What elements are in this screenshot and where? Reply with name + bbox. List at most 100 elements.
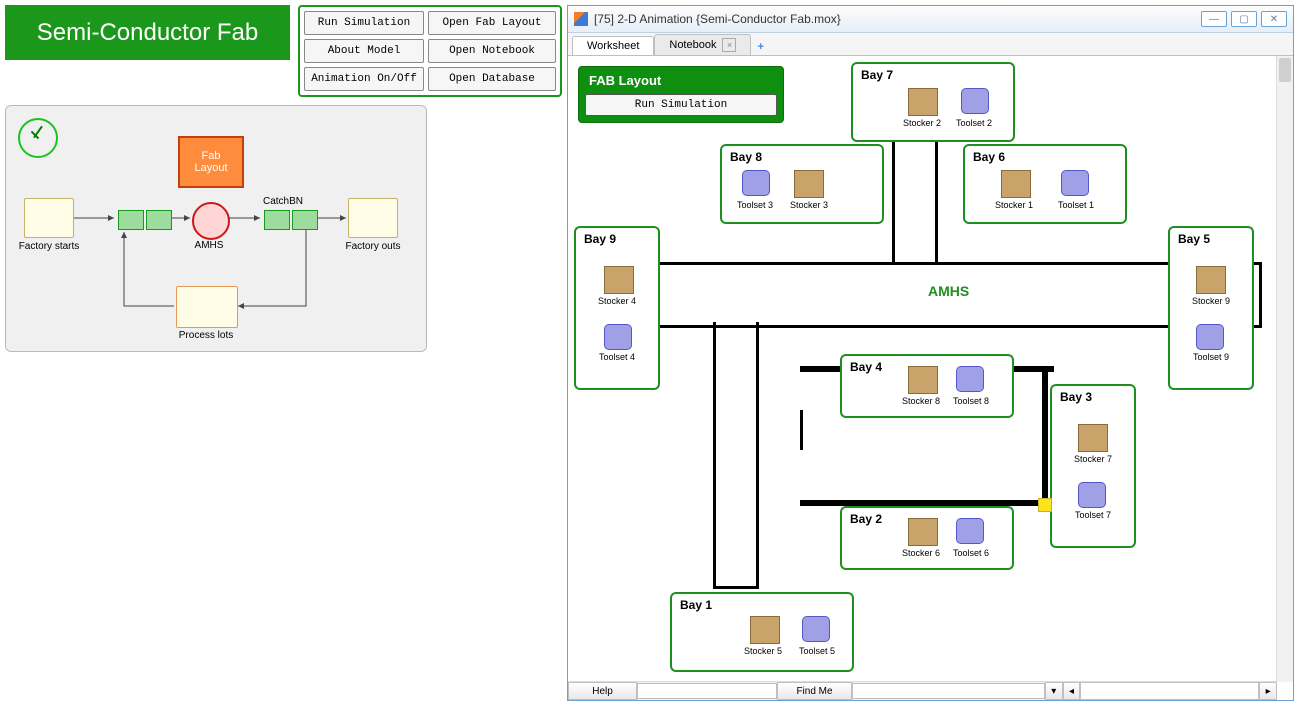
bay-6-title: Bay 6	[973, 150, 1005, 164]
stocker-2[interactable]	[908, 88, 938, 116]
toolset-1[interactable]	[1061, 170, 1089, 196]
stocker-7[interactable]	[1078, 424, 1108, 452]
bay-7[interactable]: Bay 7 Stocker 2 Toolset 2	[851, 62, 1015, 142]
open-notebook-button[interactable]: Open Notebook	[428, 39, 556, 63]
toolset-7-label: Toolset 7	[1066, 510, 1120, 520]
close-icon[interactable]: ×	[722, 38, 736, 52]
bay-8[interactable]: Bay 8 Toolset 3 Stocker 3	[720, 144, 884, 224]
bay-5-title: Bay 5	[1178, 232, 1210, 246]
amhs-rail-b3-vert	[1042, 366, 1048, 508]
factory-starts-block[interactable]	[24, 198, 74, 238]
process-node-2[interactable]	[264, 210, 290, 230]
amhs-label: AMHS	[187, 240, 231, 251]
stocker-8[interactable]	[908, 366, 938, 394]
scroll-thumb[interactable]	[1279, 58, 1291, 82]
stocker-5[interactable]	[750, 616, 780, 644]
stocker-9-label: Stocker 9	[1184, 296, 1238, 306]
tab-notebook[interactable]: Notebook×	[654, 34, 751, 55]
control-button-panel: Run Simulation Open Fab Layout About Mod…	[298, 5, 562, 97]
bay-6[interactable]: Bay 6 Stocker 1 Toolset 1	[963, 144, 1127, 224]
vehicle-marker[interactable]	[1038, 498, 1052, 512]
horizontal-scroll-track[interactable]	[1080, 682, 1259, 700]
animation-titlebar[interactable]: [75] 2-D Animation {Semi-Conductor Fab.m…	[568, 6, 1293, 33]
bay-4[interactable]: Bay 4 Stocker 8 Toolset 8	[840, 354, 1014, 418]
animation-window-title: [75] 2-D Animation {Semi-Conductor Fab.m…	[594, 12, 841, 26]
about-model-button[interactable]: About Model	[304, 39, 424, 63]
run-simulation-button[interactable]: Run Simulation	[304, 11, 424, 35]
add-tab-button[interactable]: +	[751, 39, 769, 55]
factory-outs-label: Factory outs	[340, 241, 406, 252]
footer-bar: Help Find Me ▾ ◂ ▸	[568, 681, 1277, 700]
open-fab-layout-button[interactable]: Open Fab Layout	[428, 11, 556, 35]
stocker-1[interactable]	[1001, 170, 1031, 198]
bay-5[interactable]: Bay 5 Stocker 9 Toolset 9	[1168, 226, 1254, 390]
search-result-field[interactable]	[852, 683, 1045, 699]
bay-3-title: Bay 3	[1060, 390, 1092, 404]
fab-layout-block[interactable]: Fab Layout	[178, 136, 244, 188]
search-input[interactable]	[637, 683, 777, 699]
open-database-button[interactable]: Open Database	[428, 67, 556, 91]
stocker-7-label: Stocker 7	[1066, 454, 1120, 464]
model-canvas[interactable]: Fab Layout Factory starts AMHS CatchBN F…	[5, 105, 427, 352]
stocker-8-label: Stocker 8	[894, 396, 948, 406]
process-lots-block[interactable]	[176, 286, 238, 328]
stocker-4[interactable]	[604, 266, 634, 294]
app-title: Semi-Conductor Fab	[37, 19, 258, 47]
stocker-9[interactable]	[1196, 266, 1226, 294]
fab-layout-panel: FAB Layout Run Simulation	[578, 66, 784, 123]
toolset-1-label: Toolset 1	[1049, 200, 1103, 210]
bay-3[interactable]: Bay 3 Stocker 7 Toolset 7	[1050, 384, 1136, 548]
toolset-5[interactable]	[802, 616, 830, 642]
amhs-rail-vert	[713, 322, 759, 589]
process-node-1b[interactable]	[146, 210, 172, 230]
animation-toggle-button[interactable]: Animation On/Off	[304, 67, 424, 91]
factory-outs-block[interactable]	[348, 198, 398, 238]
stocker-3[interactable]	[794, 170, 824, 198]
maximize-button[interactable]: ▢	[1231, 11, 1257, 27]
toolset-7[interactable]	[1078, 482, 1106, 508]
process-node-2b[interactable]	[292, 210, 318, 230]
bay-9[interactable]: Bay 9 Stocker 4 Toolset 4	[574, 226, 660, 390]
toolset-8[interactable]	[956, 366, 984, 392]
amhs-label-main: AMHS	[928, 283, 969, 299]
scroll-left-icon[interactable]: ◂	[1063, 682, 1081, 700]
toolset-3-label: Toolset 3	[728, 200, 782, 210]
vertical-scrollbar[interactable]	[1276, 56, 1293, 682]
bay-7-title: Bay 7	[861, 68, 893, 82]
factory-starts-label: Factory starts	[14, 241, 84, 252]
app-title-banner: Semi-Conductor Fab	[5, 5, 290, 60]
fab-layout-label: Fab Layout	[194, 150, 227, 174]
toolset-6[interactable]	[956, 518, 984, 544]
dropdown-arrow-icon[interactable]: ▾	[1045, 682, 1063, 700]
animation-tabs: Worksheet Notebook× +	[568, 33, 1293, 56]
amhs-circle[interactable]	[192, 202, 230, 240]
close-button[interactable]: ✕	[1261, 11, 1287, 27]
stocker-2-label: Stocker 2	[895, 118, 949, 128]
fab-run-simulation-button[interactable]: Run Simulation	[585, 94, 777, 116]
tab-worksheet[interactable]: Worksheet	[572, 36, 654, 55]
bay-4-title: Bay 4	[850, 360, 882, 374]
stocker-4-label: Stocker 4	[590, 296, 644, 306]
bay-2-title: Bay 2	[850, 512, 882, 526]
bay-2[interactable]: Bay 2 Stocker 6 Toolset 6	[840, 506, 1014, 570]
toolset-9[interactable]	[1196, 324, 1224, 350]
toolset-6-label: Toolset 6	[944, 548, 998, 558]
toolset-2-label: Toolset 2	[947, 118, 1001, 128]
clock-icon[interactable]	[18, 118, 58, 158]
bay-1[interactable]: Bay 1 Stocker 5 Toolset 5	[670, 592, 854, 672]
minimize-button[interactable]: —	[1201, 11, 1227, 27]
catchbn-label: CatchBN	[258, 196, 308, 207]
toolset-2[interactable]	[961, 88, 989, 114]
app-logo-icon	[574, 12, 588, 26]
animation-canvas[interactable]: FAB Layout Run Simulation AMHS Bay 7 Sto…	[568, 56, 1293, 700]
stocker-6[interactable]	[908, 518, 938, 546]
toolset-4[interactable]	[604, 324, 632, 350]
amhs-rail-top	[892, 134, 938, 265]
process-lots-label: Process lots	[164, 330, 248, 341]
toolset-3[interactable]	[742, 170, 770, 196]
scroll-right-icon[interactable]: ▸	[1259, 682, 1277, 700]
help-button[interactable]: Help	[568, 682, 637, 700]
find-me-button[interactable]: Find Me	[777, 682, 852, 700]
process-node-1[interactable]	[118, 210, 144, 230]
toolset-9-label: Toolset 9	[1184, 352, 1238, 362]
